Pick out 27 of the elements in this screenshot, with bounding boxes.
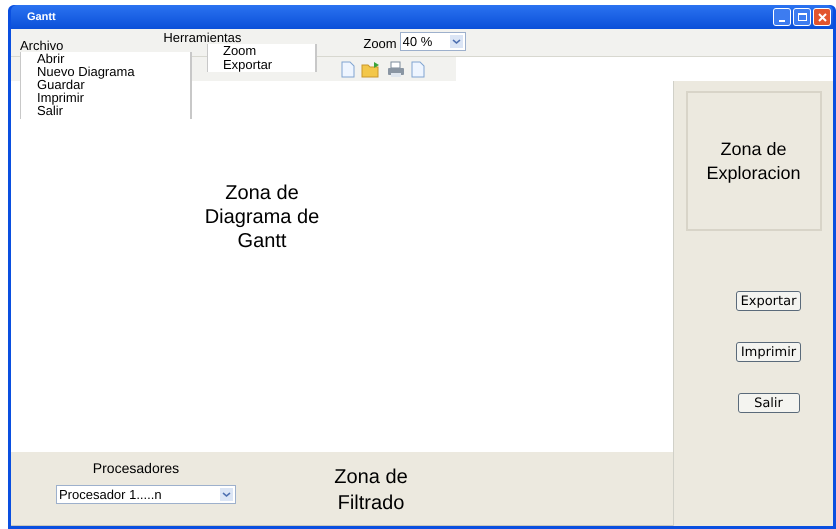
maximize-button[interactable]	[793, 8, 811, 26]
diagram-zone-label: Zona de Diagrama de Gantt	[204, 181, 320, 254]
close-button[interactable]	[813, 8, 831, 26]
side-button[interactable]: Salir	[738, 393, 800, 413]
window-title: Gantt	[27, 10, 56, 25]
filter-zone-label: Zona de Filtrado	[333, 465, 409, 516]
processors-dropdown[interactable]: Procesador 1.....n	[56, 485, 236, 504]
side-button[interactable]: Imprimir	[736, 342, 802, 362]
chevron-down-icon	[450, 35, 463, 48]
printer-icon[interactable]	[387, 60, 405, 78]
processors-label: Procesadores	[92, 459, 180, 478]
chevron-down-icon	[220, 488, 233, 501]
zoom-label: Zoom	[363, 35, 397, 53]
menu-option[interactable]: Imprimir	[37, 91, 190, 104]
document-icon[interactable]	[411, 60, 425, 78]
side-button[interactable]: Exportar	[736, 291, 802, 311]
menu-option[interactable]: Abrir	[37, 52, 190, 65]
menu-option[interactable]: Exportar	[223, 58, 315, 72]
menu-option[interactable]: Nuevo Diagrama	[37, 65, 190, 78]
exploration-panel: Zona de Exploracion	[686, 91, 822, 231]
folder-icon[interactable]	[361, 60, 381, 78]
minimize-button[interactable]	[773, 8, 791, 26]
close-icon	[818, 12, 826, 22]
zoom-dropdown[interactable]: 40 %	[400, 32, 466, 51]
menu-option[interactable]: Salir	[37, 104, 190, 117]
document-icon[interactable]	[341, 60, 355, 78]
menu-option[interactable]: Guardar	[37, 78, 190, 91]
